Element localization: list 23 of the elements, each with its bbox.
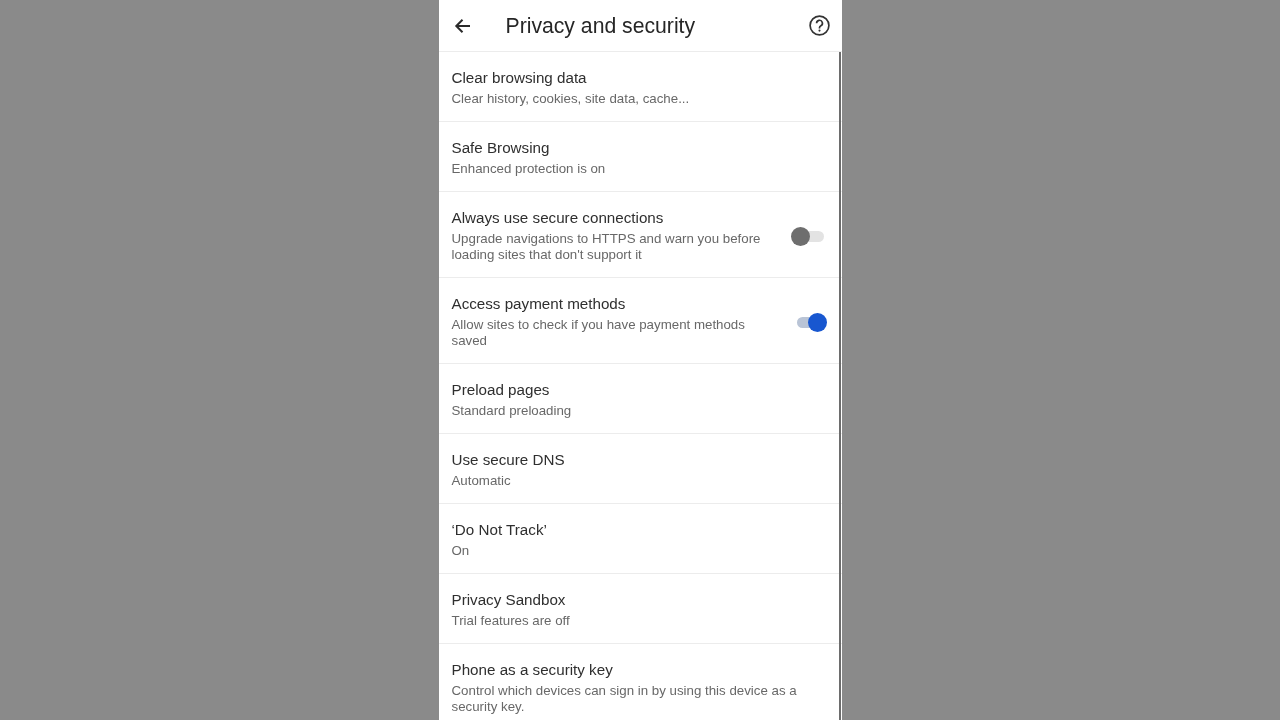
setting-description: Standard preloading	[451, 403, 573, 419]
setting-title: Phone as a security key	[451, 660, 614, 680]
help-button[interactable]	[808, 15, 830, 36]
setting-title: ‘Do Not Track’	[451, 520, 548, 540]
setting-title: Always use secure connections	[451, 208, 665, 228]
setting-title: Preload pages	[451, 380, 551, 400]
setting-title: Privacy Sandbox	[451, 590, 567, 610]
setting-description: Allow sites to check if you have payment methods saved	[451, 317, 746, 349]
back-arrow-icon	[453, 17, 471, 34]
setting-description: Control which devices can sign in by using this device as a security key.	[451, 683, 798, 715]
setting-description: Automatic	[451, 473, 512, 489]
setting-title: Access payment methods	[451, 294, 627, 314]
setting-description: Trial features are off	[451, 613, 571, 629]
setting-description: Upgrade navigations to HTTPS and warn you before loading sites that don't support it	[451, 231, 762, 263]
setting-title: Safe Browsing	[451, 138, 551, 158]
setting-description: Clear history, cookies, site data, cache...	[451, 91, 691, 107]
setting-title: Use secure DNS	[451, 450, 566, 470]
help-icon	[808, 15, 830, 36]
page-title: Privacy and security	[505, 13, 697, 38]
setting-description: Enhanced protection is on	[451, 161, 607, 177]
setting-title: Clear browsing data	[451, 68, 588, 88]
setting-description: On	[451, 543, 471, 559]
back-button[interactable]	[453, 17, 471, 34]
